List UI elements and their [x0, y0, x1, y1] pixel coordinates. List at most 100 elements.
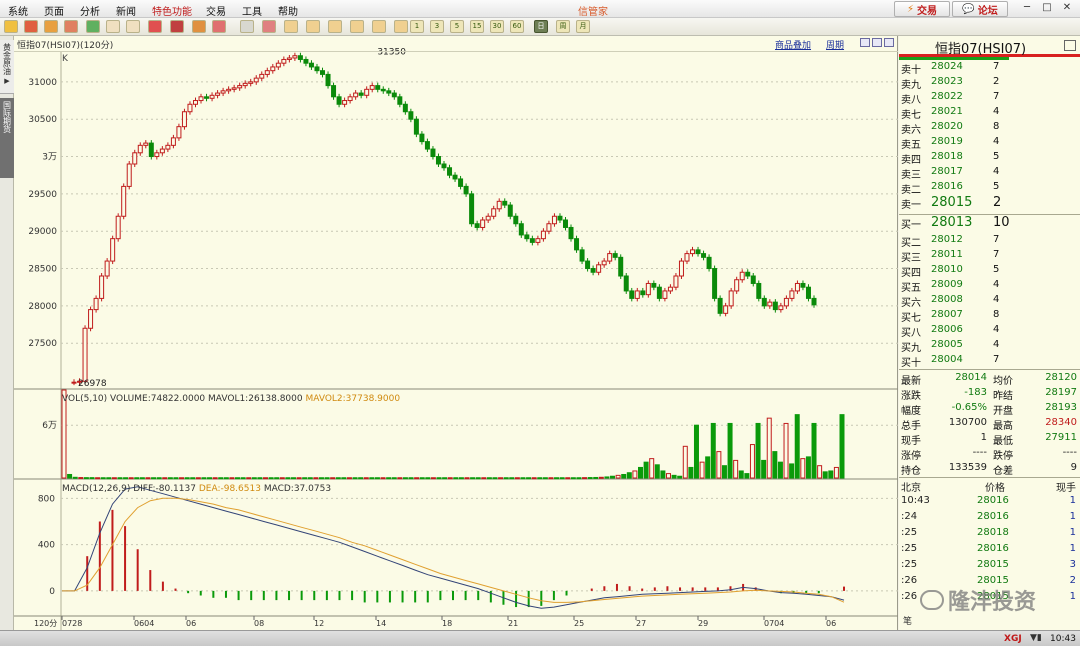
buy-row[interactable]: 买一 28013 10	[899, 215, 1080, 231]
buy-row[interactable]: 买四 28010 5	[899, 263, 1080, 279]
period-5-button[interactable]: 5	[450, 20, 464, 33]
volume-bar	[95, 477, 101, 480]
buy-row[interactable]: 买八 28006 4	[899, 323, 1080, 339]
x-tick-label: 14	[376, 619, 386, 628]
back-arrow-icon[interactable]	[4, 20, 18, 33]
order-level-label: 买二	[901, 238, 921, 249]
tab-intl-futures-label: 国际期货	[2, 101, 12, 133]
close-icon[interactable]: ✕	[1060, 1, 1074, 15]
candle-body	[469, 193, 475, 225]
expand-icon[interactable]	[872, 38, 882, 47]
pencil-icon[interactable]	[170, 20, 184, 33]
volume-bar	[369, 477, 375, 480]
forum-button[interactable]: 💬 论坛	[952, 1, 1008, 17]
quote-icon[interactable]	[284, 20, 298, 33]
buy-row[interactable]: 买三 28011 7	[899, 248, 1080, 264]
buy-row[interactable]: 买七 28007 8	[899, 308, 1080, 324]
sell-row[interactable]: 卖四 28018 5	[899, 150, 1080, 166]
volume-bar	[167, 477, 173, 480]
volume-bar	[67, 473, 73, 479]
period-3-button[interactable]: 3	[430, 20, 444, 33]
news-icon[interactable]	[64, 20, 78, 33]
period-1-button[interactable]: 1	[410, 20, 424, 33]
volume-bar	[486, 477, 492, 480]
report-icon[interactable]	[306, 20, 320, 33]
sell-row[interactable]: 卖二 28016 5	[899, 180, 1080, 196]
tick-row[interactable]: :25 28018 1	[899, 526, 1080, 542]
sell-row[interactable]: 卖一 28015 2	[899, 195, 1080, 211]
volume-bar	[777, 461, 783, 479]
chart-canvas[interactable]: 27500280002850029000295003万3050031000313…	[14, 36, 898, 630]
macd-label: MACD(12,26,9)	[62, 484, 133, 494]
book-icon[interactable]	[44, 20, 58, 33]
zoom-out-icon[interactable]	[126, 20, 140, 33]
tick-row[interactable]: 10:43 28016 1	[899, 494, 1080, 510]
period-week-button[interactable]: 周	[556, 20, 570, 33]
minimize-icon[interactable]: ─	[1020, 1, 1034, 15]
minute-chart-icon[interactable]	[328, 20, 342, 33]
sell-row[interactable]: 卖十 28024 7	[899, 60, 1080, 76]
order-price: 28024	[931, 61, 963, 72]
buy-row[interactable]: 买二 28012 7	[899, 233, 1080, 249]
menu-trade[interactable]: 交易	[206, 3, 226, 18]
maximize-icon[interactable]: □	[1040, 1, 1054, 15]
f10-icon[interactable]	[394, 20, 408, 33]
menu-tools[interactable]: 工具	[242, 3, 262, 18]
shrink-icon[interactable]	[860, 38, 870, 47]
trade-button[interactable]: ⚡ 交易	[894, 1, 950, 17]
volume-bar	[453, 477, 459, 480]
table-icon[interactable]	[240, 20, 254, 33]
menu-page[interactable]: 页面	[44, 3, 64, 18]
period-30-button[interactable]: 30	[490, 20, 504, 33]
filter-icon[interactable]	[212, 20, 226, 33]
buy-row[interactable]: 买五 28009 4	[899, 278, 1080, 294]
tick-price: 28016	[977, 511, 1009, 522]
tick-row[interactable]: :24 28016 1	[899, 510, 1080, 526]
volume-value: VOLUME:74822.0000	[110, 394, 208, 404]
sell-row[interactable]: 卖六 28020 8	[899, 120, 1080, 136]
menu-help[interactable]: 帮助	[278, 3, 298, 18]
window-icon[interactable]	[1064, 40, 1076, 51]
menu-news[interactable]: 新闻	[116, 3, 136, 18]
chart-area[interactable]: 27500 28000 28500 29000 29500 3万 30500 31000 313…	[14, 36, 898, 630]
bar-chart-icon[interactable]	[148, 20, 162, 33]
sell-row[interactable]: 卖八 28022 7	[899, 90, 1080, 106]
menu-analysis[interactable]: 分析	[80, 3, 100, 18]
home-icon[interactable]	[24, 20, 38, 33]
period-month-button[interactable]: 月	[576, 20, 590, 33]
stat-value: -183	[964, 387, 987, 398]
period-day-button[interactable]: 日	[534, 20, 548, 33]
tab-intl-futures[interactable]: 国际期货	[0, 98, 14, 178]
buy-row[interactable]: 买十 28004 7	[899, 353, 1080, 369]
refresh-icon[interactable]	[86, 20, 100, 33]
sell-row[interactable]: 卖五 28019 4	[899, 135, 1080, 151]
zoom-in-icon[interactable]	[106, 20, 120, 33]
line-chart-icon[interactable]	[262, 20, 276, 33]
detail-icon[interactable]	[372, 20, 386, 33]
menu-features[interactable]: 特色功能	[152, 3, 192, 18]
period-60-button[interactable]: 60	[510, 20, 524, 33]
overlay-link[interactable]: 商品叠加	[775, 38, 811, 51]
layout-icon[interactable]	[884, 38, 894, 47]
ticks-tab[interactable]: 笔	[903, 614, 912, 627]
buy-row[interactable]: 买六 28008 4	[899, 293, 1080, 309]
sell-row[interactable]: 卖七 28021 4	[899, 105, 1080, 121]
order-price: 28004	[931, 354, 963, 365]
candle-body	[115, 215, 121, 240]
kline-icon[interactable]	[350, 20, 364, 33]
period-15-button[interactable]: 15	[470, 20, 484, 33]
sell-row[interactable]: 卖九 28023 2	[899, 75, 1080, 91]
tick-row[interactable]: :25 28016 1	[899, 542, 1080, 558]
draw-tool-icon[interactable]	[192, 20, 206, 33]
volume-tick-label: 6万	[42, 421, 57, 431]
candle-body	[618, 256, 624, 277]
menu-system[interactable]: 系统	[8, 3, 28, 18]
tick-row[interactable]: :25 28015 3	[899, 558, 1080, 574]
candle-body	[745, 271, 751, 277]
buy-row[interactable]: 买九 28005 4	[899, 338, 1080, 354]
tab-gold-oil[interactable]: 黄金原油 ▶	[0, 40, 14, 94]
candle-body	[430, 148, 436, 158]
sell-row[interactable]: 卖三 28017 4	[899, 165, 1080, 181]
volume-bar	[335, 477, 341, 480]
period-link[interactable]: 周期	[826, 38, 844, 51]
